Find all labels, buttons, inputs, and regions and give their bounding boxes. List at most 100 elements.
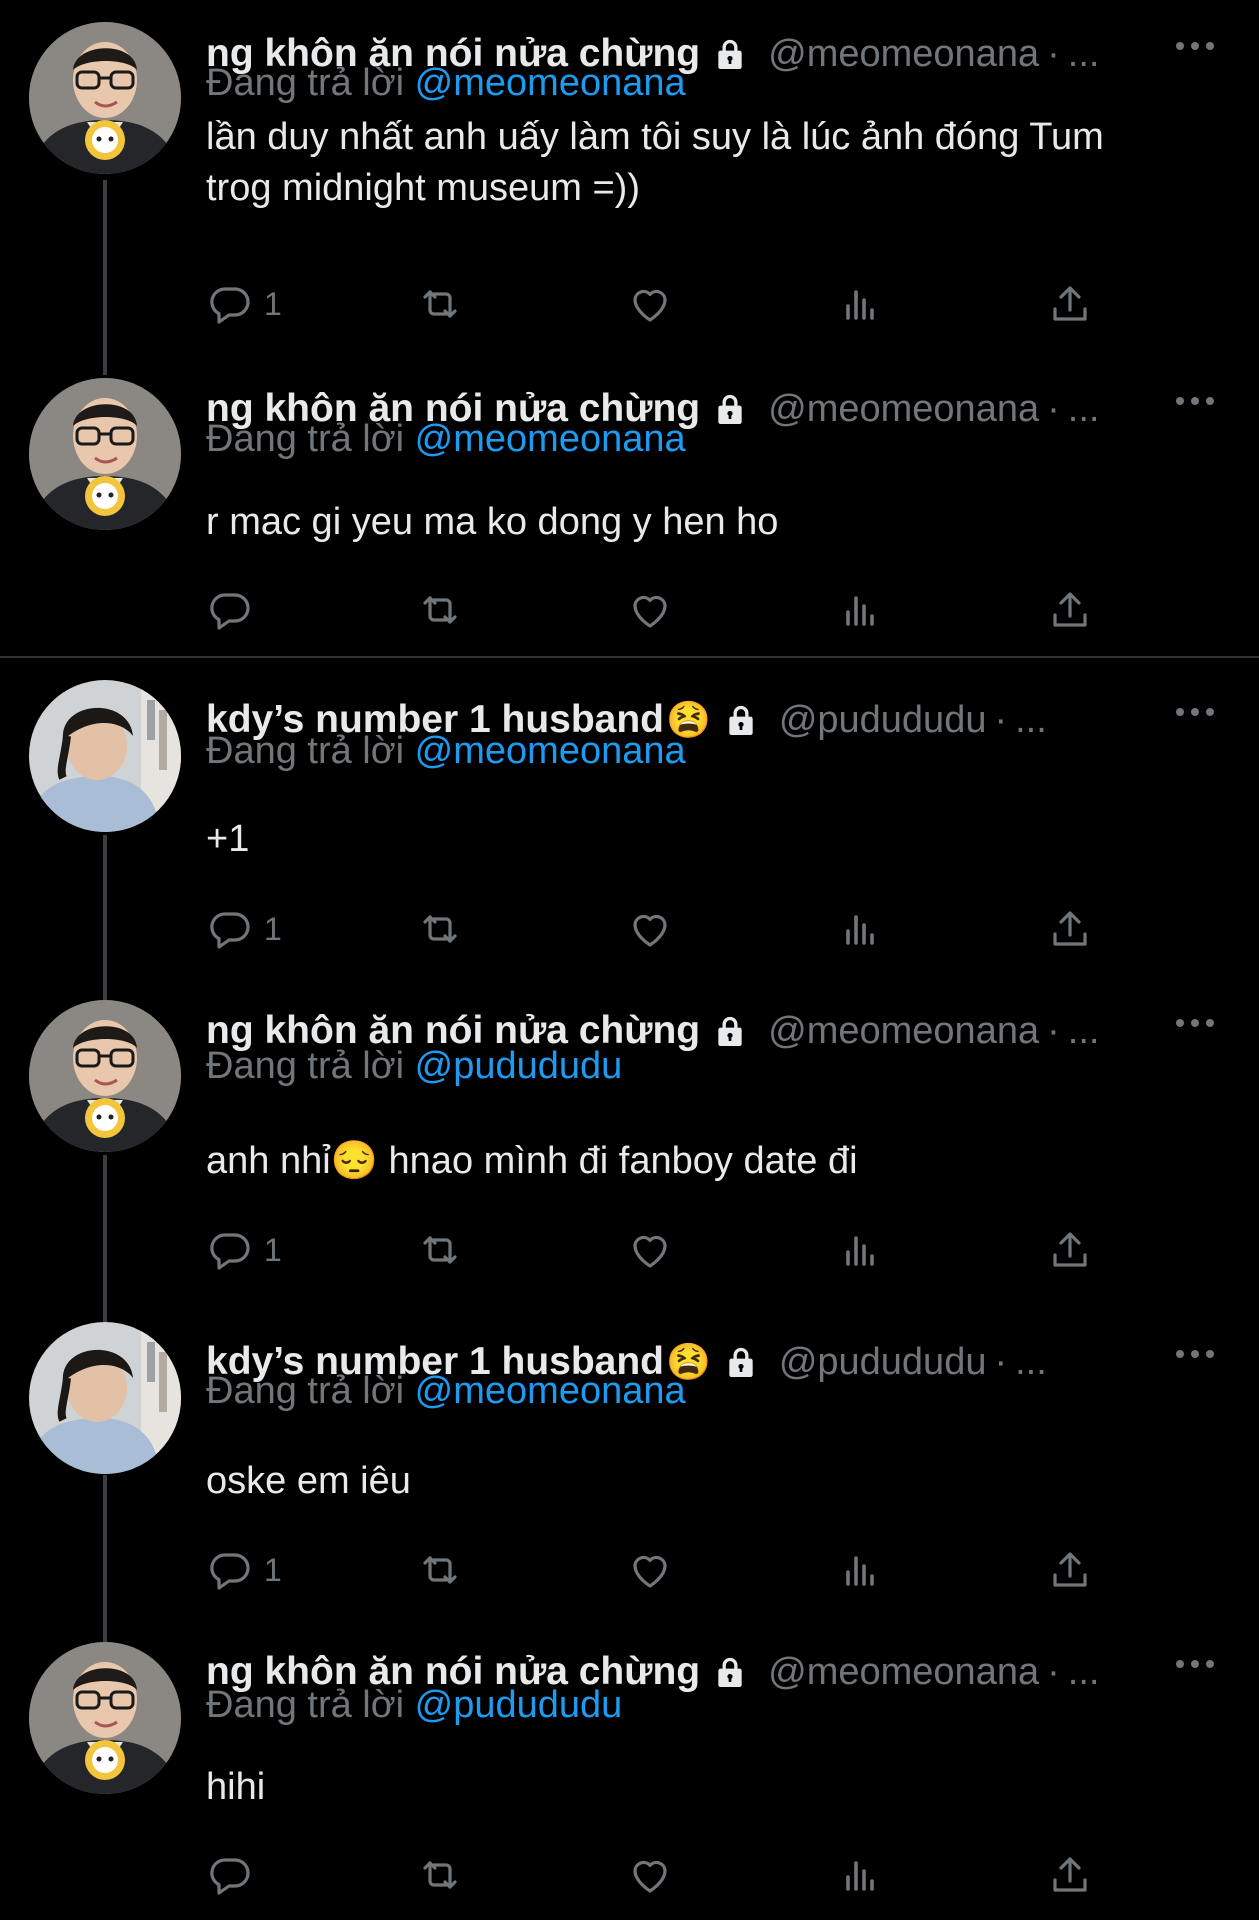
replying-to-mention[interactable]: @pudududu xyxy=(415,1684,623,1726)
retweet-button[interactable] xyxy=(416,1847,464,1903)
views-button[interactable] xyxy=(836,901,884,957)
username[interactable]: @meomeonana xyxy=(768,1651,1039,1694)
replying-to: Đang trả lời @meomeonana xyxy=(206,1370,686,1413)
reply-icon xyxy=(206,1546,254,1594)
thread-line xyxy=(103,180,107,375)
timestamp-truncated: ... xyxy=(1015,698,1047,741)
reply-button[interactable]: 1 xyxy=(206,901,282,957)
replying-to-mention[interactable]: @pudududu xyxy=(415,1045,623,1087)
share-icon xyxy=(1046,1226,1094,1274)
share-button[interactable] xyxy=(1046,276,1094,332)
like-button[interactable] xyxy=(626,582,674,638)
views-button[interactable] xyxy=(836,1847,884,1903)
like-button[interactable] xyxy=(626,1222,674,1278)
replying-to-label: Đang trả lời xyxy=(206,62,405,104)
tweet-text: r mac gi yeu ma ko dong y hen ho xyxy=(206,501,779,543)
like-icon xyxy=(626,1226,674,1274)
avatar[interactable] xyxy=(29,1642,181,1794)
reply-icon xyxy=(206,280,254,328)
retweet-button[interactable] xyxy=(416,1542,464,1598)
share-button[interactable] xyxy=(1046,1847,1094,1903)
replying-to: Đang trả lời @pudududu xyxy=(206,1045,622,1088)
like-button[interactable] xyxy=(626,276,674,332)
reply-button[interactable]: 1 xyxy=(206,1222,282,1278)
lock-icon xyxy=(710,1011,750,1051)
separator-dot: · xyxy=(1047,387,1060,430)
retweet-icon xyxy=(416,280,464,328)
share-button[interactable] xyxy=(1046,1222,1094,1278)
replying-to: Đang trả lời @meomeonana xyxy=(206,730,686,773)
reply-count: 1 xyxy=(264,285,282,322)
replying-to-label: Đang trả lời xyxy=(206,1370,405,1412)
views-button[interactable] xyxy=(836,1222,884,1278)
share-button[interactable] xyxy=(1046,901,1094,957)
separator-dot: · xyxy=(1047,32,1060,75)
avatar[interactable] xyxy=(29,22,181,174)
more-options-icon[interactable] xyxy=(1173,36,1217,61)
thread-line xyxy=(103,1475,107,1645)
retweet-button[interactable] xyxy=(416,901,464,957)
share-button[interactable] xyxy=(1046,1542,1094,1598)
avatar[interactable] xyxy=(29,378,181,530)
like-button[interactable] xyxy=(626,1847,674,1903)
reply-icon xyxy=(206,1851,254,1899)
username[interactable]: @meomeonana xyxy=(768,1010,1039,1053)
replying-to-label: Đang trả lời xyxy=(206,730,405,772)
like-icon xyxy=(626,280,674,328)
reply-button[interactable]: 1 xyxy=(206,276,282,332)
retweet-icon xyxy=(416,1851,464,1899)
more-options-icon[interactable] xyxy=(1173,1654,1217,1679)
avatar[interactable] xyxy=(29,680,181,832)
retweet-button[interactable] xyxy=(416,582,464,638)
retweet-icon xyxy=(416,905,464,953)
retweet-button[interactable] xyxy=(416,276,464,332)
more-options-icon[interactable] xyxy=(1173,702,1217,727)
replying-to-label: Đang trả lời xyxy=(206,418,405,460)
more-options-icon[interactable] xyxy=(1173,391,1217,416)
conversation-divider xyxy=(0,656,1259,658)
thread-line xyxy=(103,835,107,1005)
lock-icon xyxy=(710,389,750,429)
share-button[interactable] xyxy=(1046,582,1094,638)
retweet-button[interactable] xyxy=(416,1222,464,1278)
reply-count: 1 xyxy=(264,1231,282,1268)
reply-icon xyxy=(206,586,254,634)
tweet-actions: 1 xyxy=(206,1222,1106,1278)
username[interactable]: @meomeonana xyxy=(768,33,1039,76)
retweet-icon xyxy=(416,586,464,634)
separator-dot: · xyxy=(994,1340,1008,1383)
more-options-icon[interactable] xyxy=(1173,1013,1217,1038)
views-button[interactable] xyxy=(836,276,884,332)
tweet-text: oske em iêu xyxy=(206,1460,411,1502)
replying-to-mention[interactable]: @meomeonana xyxy=(415,1370,686,1412)
avatar[interactable] xyxy=(29,1322,181,1474)
avatar[interactable] xyxy=(29,1000,181,1152)
tweet-text: +1 xyxy=(206,818,250,860)
share-icon xyxy=(1046,905,1094,953)
replying-to-mention[interactable]: @meomeonana xyxy=(415,730,686,772)
share-icon xyxy=(1046,1546,1094,1594)
share-icon xyxy=(1046,280,1094,328)
views-icon xyxy=(836,586,884,634)
replying-to-mention[interactable]: @meomeonana xyxy=(415,62,686,104)
like-button[interactable] xyxy=(626,901,674,957)
tweet-text: lần duy nhất anh uấy làm tôi suy là lúc … xyxy=(206,116,1104,209)
like-button[interactable] xyxy=(626,1542,674,1598)
replying-to: Đang trả lời @meomeonana xyxy=(206,62,686,105)
replying-to-mention[interactable]: @meomeonana xyxy=(415,418,686,460)
username[interactable]: @pudududu xyxy=(779,699,987,742)
tweet-text: hihi xyxy=(206,1766,266,1808)
reply-button[interactable] xyxy=(206,582,264,638)
replying-to: Đang trả lời @meomeonana xyxy=(206,418,686,461)
lock-icon xyxy=(721,700,761,740)
reply-button[interactable]: 1 xyxy=(206,1542,282,1598)
views-icon xyxy=(836,1226,884,1274)
username[interactable]: @meomeonana xyxy=(768,388,1039,431)
reply-button[interactable] xyxy=(206,1847,264,1903)
views-icon xyxy=(836,905,884,953)
views-button[interactable] xyxy=(836,582,884,638)
more-options-icon[interactable] xyxy=(1173,1344,1217,1369)
timestamp-truncated: ... xyxy=(1067,1009,1100,1052)
views-button[interactable] xyxy=(836,1542,884,1598)
username[interactable]: @pudududu xyxy=(779,1341,987,1384)
